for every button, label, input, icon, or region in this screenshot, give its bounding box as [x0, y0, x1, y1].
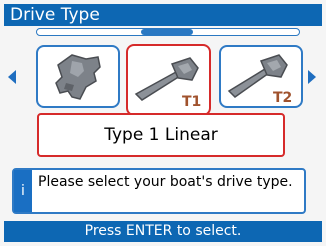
previous-arrow-icon[interactable]: [8, 70, 16, 84]
option-card-type2-linear[interactable]: T2: [219, 45, 303, 108]
info-icon: i: [14, 170, 32, 212]
scrollbar-thumb[interactable]: [141, 29, 193, 35]
screen: Drive Type T1 T2 Type 1 Linear i Please …: [0, 0, 326, 246]
window-title: Drive Type: [4, 4, 322, 26]
next-arrow-icon[interactable]: [308, 70, 316, 84]
drive-badge-t2: T2: [273, 90, 292, 106]
linear-drive-icon: T1: [134, 57, 201, 110]
sterndrive-icon: [55, 54, 101, 100]
option-card-sterndrive[interactable]: [36, 45, 120, 108]
selected-drive-label: Type 1 Linear: [37, 113, 285, 157]
option-card-type1-linear[interactable]: T1: [126, 44, 211, 116]
info-message: Please select your boat's drive type.: [38, 174, 293, 190]
info-panel: i Please select your boat's drive type.: [12, 168, 306, 214]
linear-drive-icon: T2: [227, 54, 292, 106]
carousel-scrollbar[interactable]: [36, 28, 300, 36]
drive-badge-t1: T1: [182, 94, 201, 110]
footer-hint: Press ENTER to select.: [4, 221, 322, 242]
